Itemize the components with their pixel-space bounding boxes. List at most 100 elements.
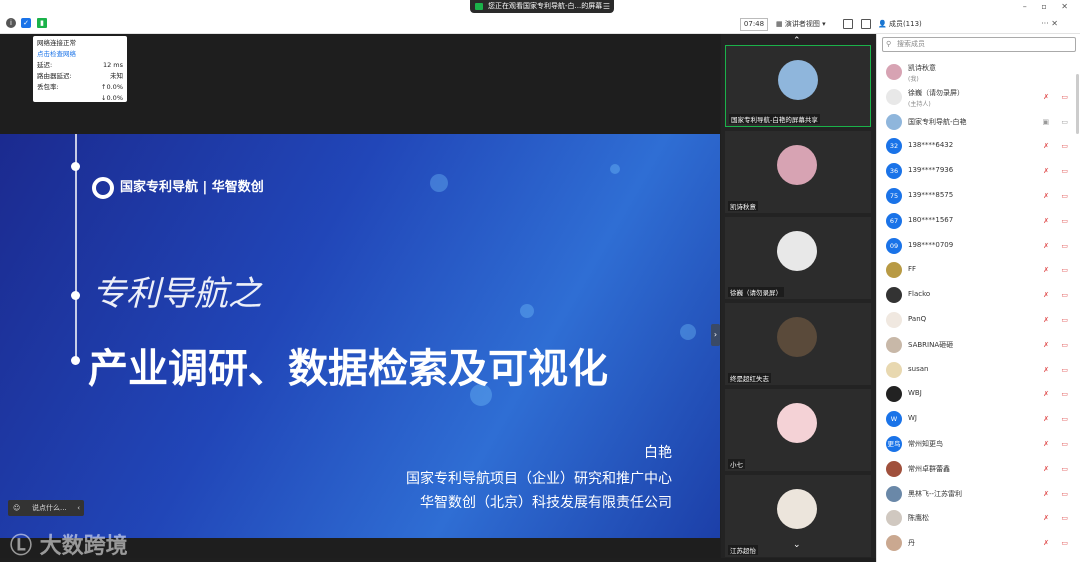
member-name: 徐巍（请勿录屏）: [908, 88, 964, 97]
member-row[interactable]: PanQ ✗ ▭: [877, 308, 1080, 332]
video-tile[interactable]: 终是超红失志: [725, 303, 871, 385]
fullscreen-icon[interactable]: [843, 19, 853, 29]
avatar: [886, 386, 902, 403]
mic-muted-icon[interactable]: ✗ ▭: [1043, 167, 1073, 175]
avatar: [886, 312, 902, 328]
signal-icon[interactable]: ▮: [37, 18, 47, 28]
avatar: [886, 336, 902, 353]
member-name: susan: [908, 364, 929, 373]
member-name: PanQ: [908, 315, 927, 323]
member-row[interactable]: 黑林飞--江苏雷利 ✗ ▭: [877, 482, 1080, 506]
member-row[interactable]: WBJ ✗ ▭: [877, 382, 1080, 406]
chevron-left-icon[interactable]: ‹: [77, 500, 80, 516]
mic-muted-icon[interactable]: ✗ ▭: [1043, 266, 1073, 274]
member-row[interactable]: 丹 ✗ ▭: [877, 531, 1080, 555]
mic-muted-icon[interactable]: ✗ ▭: [1043, 316, 1073, 324]
avatar: [886, 287, 902, 304]
member-search-input[interactable]: ⚲ 搜索成员: [882, 37, 1076, 52]
chat-icon: ☺: [13, 504, 21, 512]
avatar: [886, 485, 902, 502]
avatar: 36: [886, 163, 902, 180]
member-name: 黑林飞--江苏雷利: [908, 489, 963, 498]
mic-muted-icon[interactable]: ▣ ▭: [1043, 118, 1073, 126]
member-row[interactable]: 徐巍（请勿录屏） (主持人) ✗ ▭: [877, 85, 1080, 109]
info-icon[interactable]: i: [6, 18, 16, 28]
members-title: 成员(113): [888, 20, 922, 28]
mic-muted-icon[interactable]: ✗ ▭: [1043, 390, 1073, 398]
mic-muted-icon[interactable]: ✗ ▭: [1043, 366, 1073, 374]
member-row[interactable]: 常州卓群蕾鑫 ✗ ▭: [877, 457, 1080, 481]
mic-muted-icon[interactable]: ✗ ▭: [1043, 465, 1073, 473]
avatar: [886, 113, 902, 130]
top-toolbar: i ✓ ▮ 您正在观看国家专利导航-白...的屏幕 ☰ – ▫ ✕ 07:48 …: [0, 0, 1080, 34]
member-name: Flacko: [908, 290, 931, 299]
mic-muted-icon[interactable]: ✗ ▭: [1043, 217, 1073, 225]
video-tile[interactable]: 国家专利导航-白艳的屏幕共享: [725, 45, 871, 127]
avatar: [886, 64, 902, 80]
member-row[interactable]: FF ✗ ▭: [877, 258, 1080, 282]
member-name: 陈鹰松: [908, 514, 929, 523]
menu-icon[interactable]: ☰: [603, 0, 610, 13]
timeline-dot: [71, 291, 80, 300]
mic-muted-icon[interactable]: ✗ ▭: [1043, 192, 1073, 200]
slide-author: 白艳: [644, 445, 672, 461]
avatar: 75: [886, 188, 902, 204]
member-row[interactable]: W WJ ✗ ▭: [877, 407, 1080, 431]
avatar: [778, 60, 818, 100]
view-mode-select[interactable]: ▦ 演讲者视图 ▾: [776, 18, 834, 31]
video-tile[interactable]: 小七: [725, 389, 871, 471]
layout-icon[interactable]: [861, 19, 871, 29]
tile-label: 凯诗秋意: [728, 201, 758, 211]
avatar: 67: [886, 212, 902, 229]
member-row[interactable]: 更鸟 常州知更鸟 ✗ ▭: [877, 432, 1080, 456]
member-name: 国家专利导航-白艳: [908, 117, 967, 126]
more-options-icon[interactable]: ··· ✕: [1041, 19, 1058, 28]
mic-muted-icon[interactable]: ✗ ▭: [1043, 539, 1073, 547]
mic-muted-icon[interactable]: ✗ ▭: [1043, 142, 1073, 150]
member-row[interactable]: susan ✗ ▭: [877, 358, 1080, 382]
timeline-dot: [71, 356, 80, 365]
search-placeholder: 搜索成员: [897, 40, 925, 48]
video-tile[interactable]: 徐巍（请勿录屏）: [725, 217, 871, 299]
mic-muted-icon[interactable]: ✗ ▭: [1043, 490, 1073, 498]
member-row[interactable]: 32 138****6432 ✗ ▭: [877, 134, 1080, 158]
mic-muted-icon[interactable]: ✗ ▭: [1043, 341, 1073, 349]
slide-title-italic: 专利导航之: [92, 274, 262, 314]
screen-share-banner[interactable]: 您正在观看国家专利导航-白...的屏幕 ☰: [470, 0, 614, 13]
member-name: 138****6432: [908, 141, 954, 150]
chat-input[interactable]: ☺ 说点什么... ‹: [8, 500, 84, 516]
tile-label: 江苏超怡: [728, 545, 758, 555]
check-network-link[interactable]: 点击检查网络: [37, 49, 123, 60]
mic-muted-icon[interactable]: ✗ ▭: [1043, 415, 1073, 423]
member-row[interactable]: 36 139****7936 ✗ ▭: [877, 159, 1080, 183]
collapse-tiles-button[interactable]: ›: [711, 324, 720, 346]
video-tile[interactable]: 凯诗秋意: [725, 131, 871, 213]
patent-logo-icon: [92, 176, 114, 199]
avatar: 更鸟: [886, 436, 902, 452]
member-row[interactable]: 67 180****1567 ✗ ▭: [877, 209, 1080, 233]
avatar: W: [886, 411, 902, 428]
member-row[interactable]: 75 139****8575 ✗ ▭: [877, 184, 1080, 208]
member-row[interactable]: 09 198****0709 ✗ ▭: [877, 234, 1080, 258]
window-controls[interactable]: – ▫ ✕: [1023, 2, 1074, 11]
mic-muted-icon[interactable]: ✗ ▭: [1043, 93, 1073, 101]
member-name: SABRINA砸砸: [908, 340, 954, 349]
chevron-down-icon[interactable]: ⌄: [793, 540, 801, 550]
avatar: [886, 262, 902, 279]
member-row[interactable]: SABRINA砸砸 ✗ ▭: [877, 333, 1080, 357]
member-row[interactable]: 凯诗秋意 (我): [877, 60, 1080, 84]
mic-muted-icon[interactable]: ✗ ▭: [1043, 242, 1073, 250]
avatar: [777, 231, 817, 271]
grid-icon: ▦: [776, 20, 785, 28]
mic-muted-icon[interactable]: ✗ ▭: [1043, 291, 1073, 299]
mic-muted-icon[interactable]: ✗ ▭: [1043, 514, 1073, 522]
member-row[interactable]: Flacko ✗ ▭: [877, 283, 1080, 307]
shield-icon[interactable]: ✓: [21, 18, 31, 28]
member-row[interactable]: 国家专利导航-白艳 ▣ ▭: [877, 110, 1080, 134]
avatar: 09: [886, 237, 902, 254]
video-tiles: ⌃ 国家专利导航-白艳的屏幕共享 凯诗秋意 徐巍（请勿录屏） 终是超红失志 小七…: [721, 34, 876, 558]
tile-label: 国家专利导航-白艳的屏幕共享: [729, 114, 820, 124]
member-row[interactable]: 陈鹰松 ✗ ▭: [877, 506, 1080, 530]
tile-label: 徐巍（请勿录屏）: [728, 287, 784, 297]
mic-muted-icon[interactable]: ✗ ▭: [1043, 440, 1073, 448]
